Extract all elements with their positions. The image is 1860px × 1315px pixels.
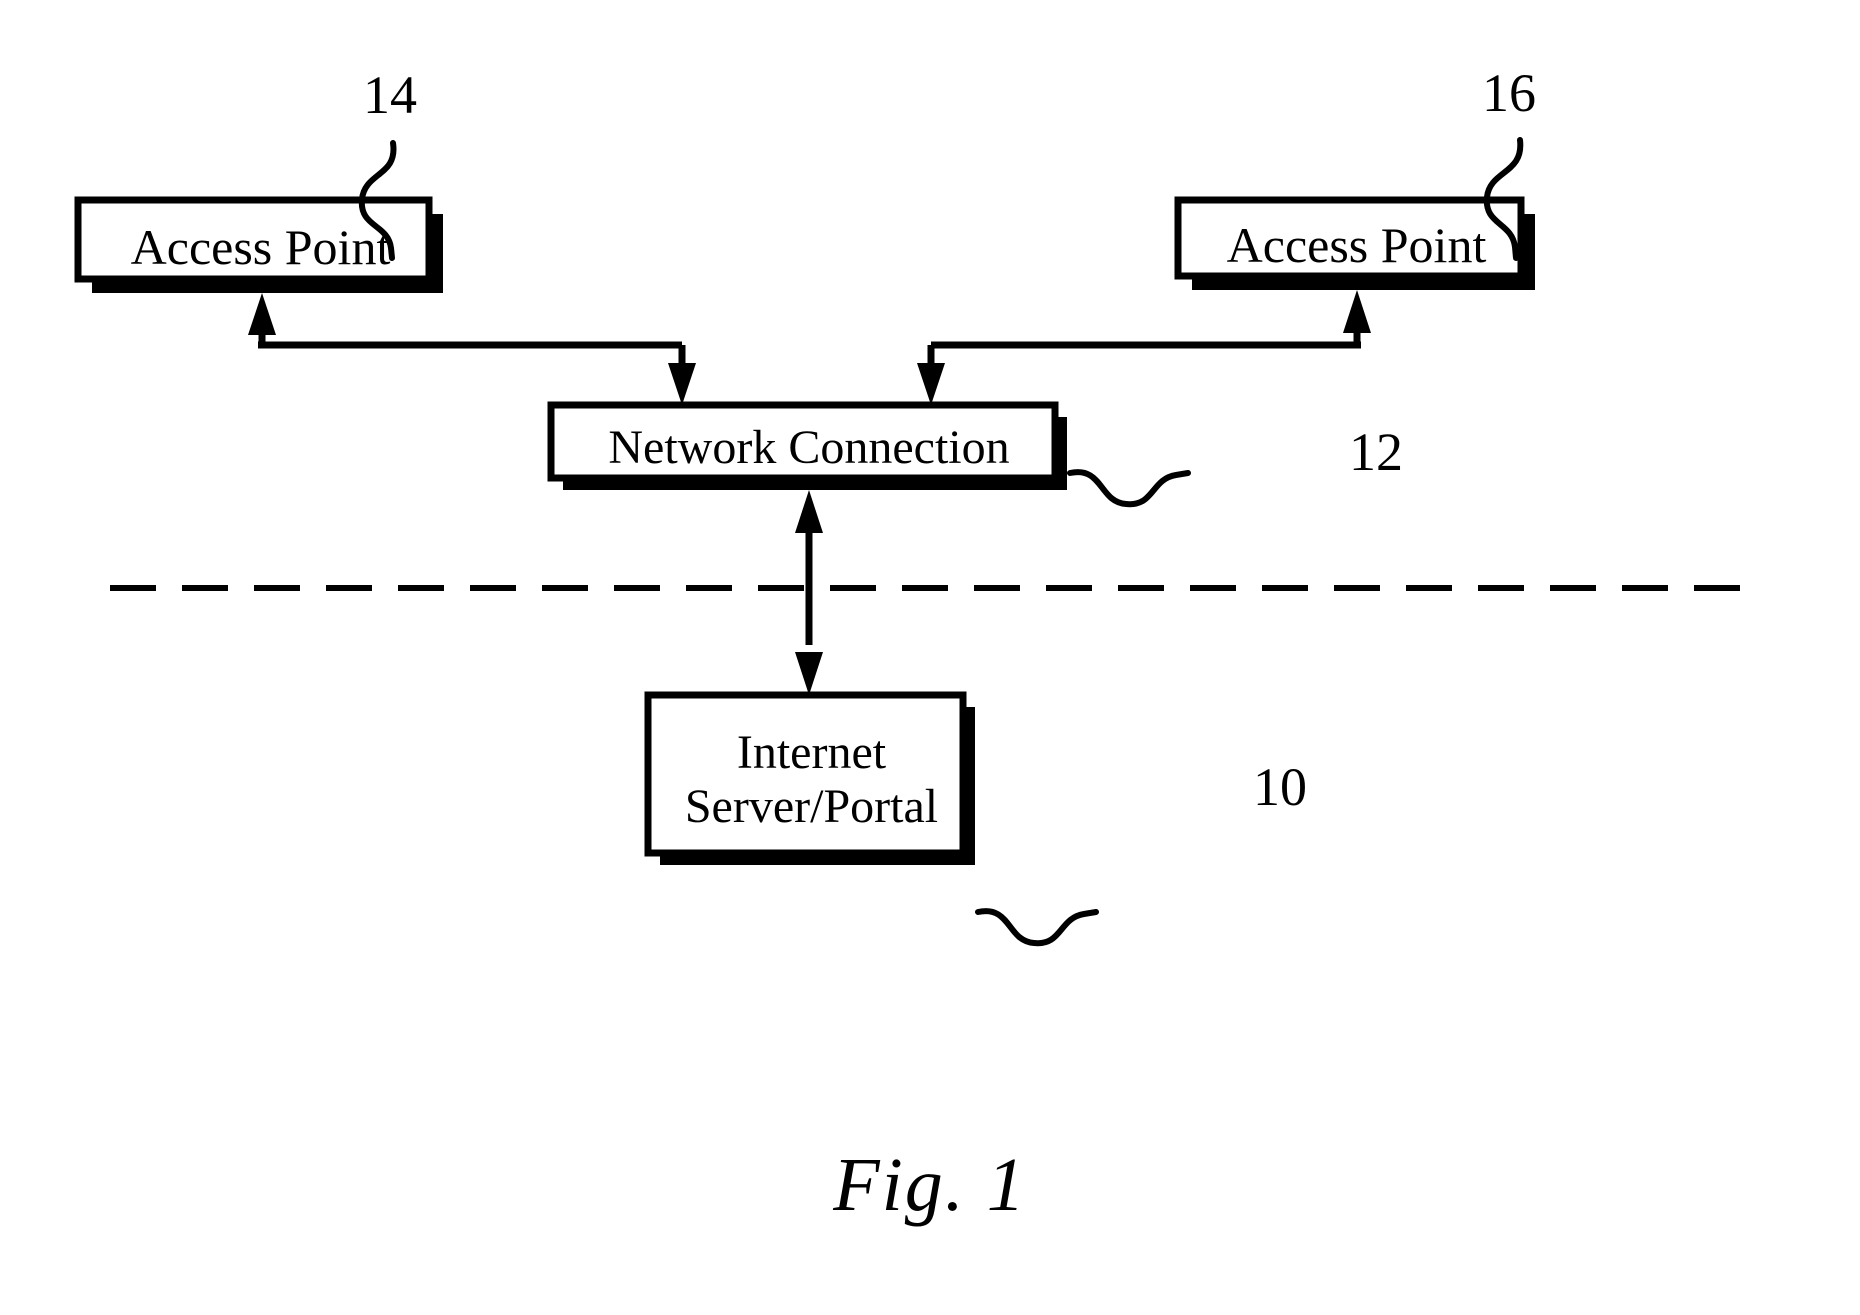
connector-netconn-ap-right bbox=[917, 290, 1371, 405]
reference-numeral-14: 14 bbox=[363, 65, 417, 125]
reference-numeral-16: 16 bbox=[1482, 63, 1536, 123]
connector-netconn-ap-left bbox=[248, 293, 696, 405]
leader-line-10 bbox=[975, 908, 1099, 947]
network-connection-box bbox=[547, 401, 1067, 490]
reference-numeral-12: 12 bbox=[1349, 422, 1403, 482]
internet-server-portal-box bbox=[644, 691, 975, 865]
figure-caption: Fig. 1 bbox=[833, 1143, 1027, 1227]
patent-figure-page: Access Point Access Point Network Connec… bbox=[0, 0, 1860, 1315]
reference-numeral-10: 10 bbox=[1253, 757, 1307, 817]
leader-line-12 bbox=[1067, 469, 1191, 508]
connector-netconn-internet-server bbox=[795, 490, 823, 695]
figure-canvas bbox=[74, 137, 1750, 947]
access-point-right-box bbox=[1174, 196, 1535, 290]
